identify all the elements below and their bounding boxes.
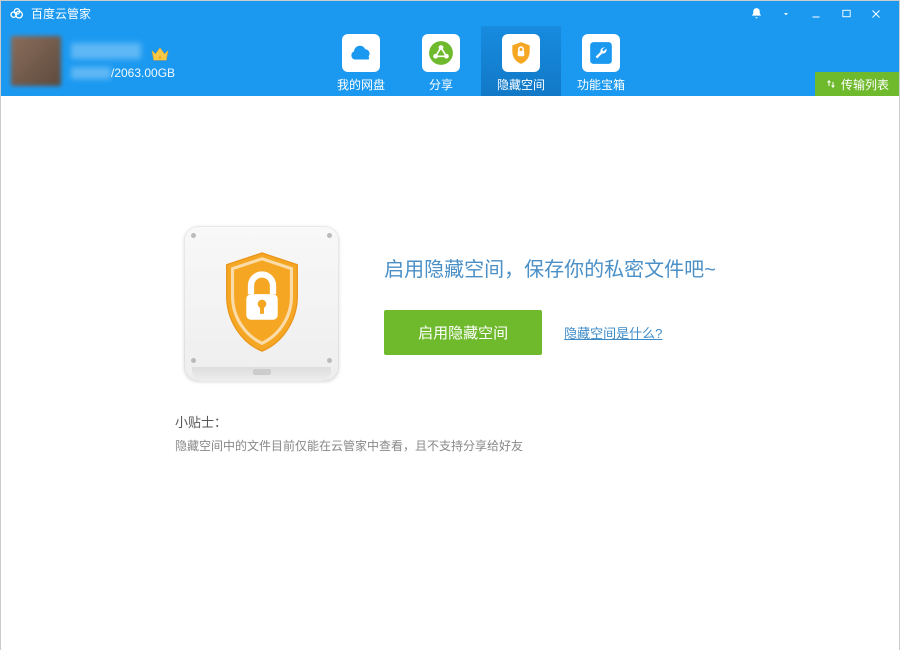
app-title: 百度云管家: [31, 5, 91, 22]
nav-tabs: 我的网盘 分享 隐藏空间 功能宝箱: [321, 26, 641, 96]
close-button[interactable]: [861, 1, 891, 26]
shield-lock-icon: [508, 40, 534, 66]
hero-actions: 启用隐藏空间 隐藏空间是什么?: [384, 310, 716, 355]
tab-toolbox[interactable]: 功能宝箱: [561, 26, 641, 96]
transfer-icon: [825, 78, 837, 90]
transfer-label: 传输列表: [841, 76, 889, 93]
header: /2063.00GB 我的网盘 分享 隐藏空间 功能宝箱: [1, 26, 899, 96]
tips-title: 小贴士：: [175, 411, 730, 434]
window-controls: [741, 1, 891, 26]
tab-label: 隐藏空间: [497, 76, 545, 93]
maximize-icon: [841, 8, 852, 19]
tips-body: 隐藏空间中的文件目前仅能在云管家中查看，且不支持分享给好友: [175, 436, 730, 458]
share-icon: [428, 40, 454, 66]
avatar[interactable]: [11, 36, 61, 86]
minimize-icon: [810, 8, 822, 20]
user-info: /2063.00GB: [71, 43, 175, 80]
disk-illustration: [184, 226, 339, 381]
tab-share[interactable]: 分享: [401, 26, 481, 96]
username: [71, 43, 141, 59]
main-content: 启用隐藏空间，保存你的私密文件吧~ 启用隐藏空间 隐藏空间是什么? 小贴士： 隐…: [1, 96, 899, 651]
shield-lock-large-icon: [212, 249, 312, 359]
hero-text: 启用隐藏空间，保存你的私密文件吧~ 启用隐藏空间 隐藏空间是什么?: [384, 253, 716, 355]
transfer-list-button[interactable]: 传输列表: [815, 72, 899, 96]
notification-button[interactable]: [741, 1, 771, 26]
tab-hidden-space[interactable]: 隐藏空间: [481, 26, 561, 96]
wrench-icon: [588, 40, 614, 66]
cloud-icon: [348, 40, 374, 66]
storage-text: /2063.00GB: [71, 66, 175, 80]
close-icon: [870, 8, 882, 20]
hero: 启用隐藏空间，保存你的私密文件吧~ 启用隐藏空间 隐藏空间是什么?: [184, 226, 716, 381]
titlebar: 百度云管家: [1, 1, 899, 26]
hero-title: 启用隐藏空间，保存你的私密文件吧~: [384, 253, 716, 282]
tab-label: 我的网盘: [337, 76, 385, 93]
tab-label: 分享: [429, 76, 453, 93]
enable-button[interactable]: 启用隐藏空间: [384, 310, 542, 355]
tab-my-disk[interactable]: 我的网盘: [321, 26, 401, 96]
app-logo-title: 百度云管家: [9, 5, 91, 22]
cloud-logo-icon: [9, 6, 25, 22]
bell-icon: [750, 7, 763, 20]
dropdown-button[interactable]: [771, 1, 801, 26]
tab-label: 功能宝箱: [577, 76, 625, 93]
minimize-button[interactable]: [801, 1, 831, 26]
help-link[interactable]: 隐藏空间是什么?: [564, 323, 662, 342]
tips-section: 小贴士： 隐藏空间中的文件目前仅能在云管家中查看，且不支持分享给好友: [170, 411, 730, 458]
user-section[interactable]: /2063.00GB: [11, 26, 321, 96]
maximize-button[interactable]: [831, 1, 861, 26]
crown-icon: [149, 45, 171, 63]
chevron-down-icon: [781, 9, 791, 19]
